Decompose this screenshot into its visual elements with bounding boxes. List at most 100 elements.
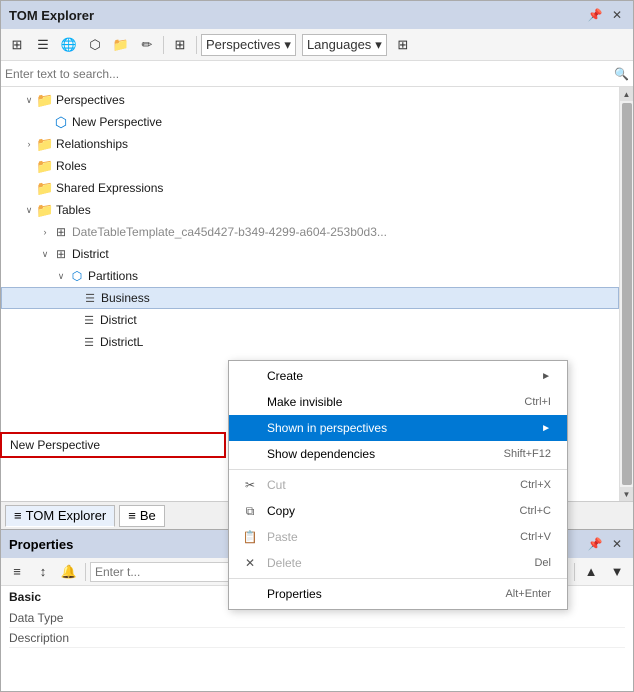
- expand-icon: [21, 158, 37, 174]
- scrollbar[interactable]: ▲ ▼: [619, 87, 633, 501]
- cm-create[interactable]: Create ►: [229, 363, 567, 389]
- cm-perspectives-label: Shown in perspectives: [267, 421, 387, 435]
- cm-make-invisible[interactable]: Make invisible Ctrl+I: [229, 389, 567, 415]
- props-scroll-down[interactable]: ▼: [605, 560, 629, 584]
- new-perspective-label: New Perspective: [10, 438, 100, 452]
- cm-delete-icon: ✕: [241, 556, 259, 570]
- cm-copy[interactable]: ⧉ Copy Ctrl+C: [229, 498, 567, 524]
- search-icon: 🔍: [614, 67, 629, 81]
- tab-label-2: Be: [140, 508, 156, 523]
- scroll-thumb[interactable]: [622, 103, 632, 485]
- cm-item-left: Show dependencies: [241, 447, 375, 461]
- expand-icon[interactable]: ›: [37, 224, 53, 240]
- measure-icon: ☰: [81, 312, 97, 328]
- pin-button[interactable]: 📌: [587, 7, 603, 23]
- toolbar-btn-4[interactable]: ⬡: [83, 33, 107, 57]
- expand-icon[interactable]: ∨: [21, 202, 37, 218]
- properties-title: Properties: [9, 537, 73, 552]
- tree-item-district[interactable]: ∨ ⊞ District: [1, 243, 633, 265]
- props-scroll-up[interactable]: ▲: [579, 560, 603, 584]
- tree-item-business[interactable]: ☰ Business: [1, 287, 619, 309]
- toolbar-btn-8[interactable]: ⊞: [391, 33, 415, 57]
- cm-delete-label: Delete: [267, 556, 302, 570]
- toolbar-btn-2[interactable]: ☰: [31, 33, 55, 57]
- new-perspective-highlighted-row[interactable]: New Perspective: [0, 432, 226, 458]
- perspectives-dropdown[interactable]: Perspectives ▾: [201, 34, 296, 56]
- dropdown-arrow-icon-2: ▾: [375, 37, 382, 53]
- cm-copy-label: Copy: [267, 504, 295, 518]
- cm-paste-label: Paste: [267, 530, 298, 544]
- cm-item-left: Make invisible: [241, 395, 342, 409]
- toolbar-btn-7[interactable]: ⊞: [168, 33, 192, 57]
- tree-label: District: [100, 313, 137, 327]
- expand-icon[interactable]: ›: [21, 136, 37, 152]
- tree-item-roles[interactable]: 📁 Roles: [1, 155, 633, 177]
- cm-item-left: ✂ Cut: [241, 478, 286, 492]
- expand-icon[interactable]: ∨: [21, 92, 37, 108]
- expand-icon: [37, 114, 53, 130]
- cm-shown-in-perspectives[interactable]: Shown in perspectives ►: [229, 415, 567, 441]
- tree-label: Shared Expressions: [56, 181, 163, 195]
- tab-tom-explorer[interactable]: ≡ TOM Explorer: [5, 505, 115, 527]
- cm-separator-2: [229, 578, 567, 579]
- tree-item-district-sub[interactable]: ☰ District: [1, 309, 633, 331]
- cm-paste-icon: 📋: [241, 530, 259, 544]
- props-toolbar-btn-2[interactable]: ↕: [31, 560, 55, 584]
- expand-icon[interactable]: ∨: [53, 268, 69, 284]
- cm-properties[interactable]: Properties Alt+Enter: [229, 581, 567, 607]
- toolbar-btn-6[interactable]: ✏: [135, 33, 159, 57]
- toolbar: ⊞ ☰ 🌐 ⬡ 📁 ✏ ⊞ Perspectives ▾ Languages ▾…: [1, 29, 633, 61]
- tab-icon: ≡: [14, 508, 22, 523]
- tree-item-date-template[interactable]: › ⊞ DateTableTemplate_ca45d427-b349-4299…: [1, 221, 633, 243]
- toolbar-separator-2: [196, 36, 197, 54]
- props-sep-2: [574, 563, 575, 581]
- context-menu: Create ► Make invisible Ctrl+I Shown in …: [228, 360, 568, 610]
- dropdown-arrow-icon: ▾: [284, 37, 291, 53]
- tree-item-tables[interactable]: ∨ 📁 Tables: [1, 199, 633, 221]
- folder-icon: 📁: [37, 180, 53, 196]
- scroll-down[interactable]: ▼: [620, 487, 634, 501]
- props-pin-button[interactable]: 📌: [587, 536, 603, 552]
- tree-item-new-perspective[interactable]: ⬡ New Perspective: [1, 111, 633, 133]
- cm-deps-shortcut: Shift+F12: [504, 448, 551, 460]
- cm-cut-label: Cut: [267, 478, 286, 492]
- tree-item-partitions[interactable]: ∨ ⬡ Partitions: [1, 265, 633, 287]
- search-input[interactable]: [5, 67, 614, 81]
- partition-icon: ⬡: [69, 268, 85, 284]
- toolbar-btn-3[interactable]: 🌐: [57, 33, 81, 57]
- cm-show-dependencies[interactable]: Show dependencies Shift+F12: [229, 441, 567, 467]
- perspectives-dropdown-label: Perspectives: [206, 37, 280, 52]
- title-bar-controls: 📌 ✕: [587, 7, 625, 23]
- props-sep: [85, 563, 86, 581]
- cm-item-left: Create: [241, 369, 303, 383]
- cm-arrow-icon: ►: [541, 423, 551, 434]
- toolbar-btn-1[interactable]: ⊞: [5, 33, 29, 57]
- tree-item-districtl[interactable]: ☰ DistrictL: [1, 331, 633, 353]
- cm-separator-1: [229, 469, 567, 470]
- scroll-up[interactable]: ▲: [620, 87, 634, 101]
- props-key-datatype: Data Type: [9, 611, 109, 625]
- expand-icon: [65, 334, 81, 350]
- languages-dropdown-label: Languages: [307, 37, 371, 52]
- props-toolbar-btn-1[interactable]: ≡: [5, 560, 29, 584]
- tab-icon-2: ≡: [128, 508, 136, 523]
- toolbar-btn-5[interactable]: 📁: [109, 33, 133, 57]
- title-bar: TOM Explorer 📌 ✕: [1, 1, 633, 29]
- cm-copy-icon: ⧉: [241, 504, 259, 519]
- tree-item-shared-expressions[interactable]: 📁 Shared Expressions: [1, 177, 633, 199]
- close-button[interactable]: ✕: [609, 7, 625, 23]
- tree-item-perspectives[interactable]: ∨ 📁 Perspectives: [1, 89, 633, 111]
- tree-label: Partitions: [88, 269, 138, 283]
- props-close-button[interactable]: ✕: [609, 536, 625, 552]
- cm-cut-shortcut: Ctrl+X: [520, 479, 551, 491]
- expand-icon[interactable]: ∨: [37, 246, 53, 262]
- languages-dropdown[interactable]: Languages ▾: [302, 34, 387, 56]
- props-row-description: Description: [9, 628, 625, 648]
- table-icon: ⊞: [53, 246, 69, 262]
- tree-item-relationships[interactable]: › 📁 Relationships: [1, 133, 633, 155]
- props-row-datatype: Data Type: [9, 608, 625, 628]
- cm-item-left: ✕ Delete: [241, 556, 302, 570]
- props-toolbar-btn-3[interactable]: 🔔: [57, 560, 81, 584]
- tab-be[interactable]: ≡ Be: [119, 505, 165, 527]
- toolbar-separator: [163, 36, 164, 54]
